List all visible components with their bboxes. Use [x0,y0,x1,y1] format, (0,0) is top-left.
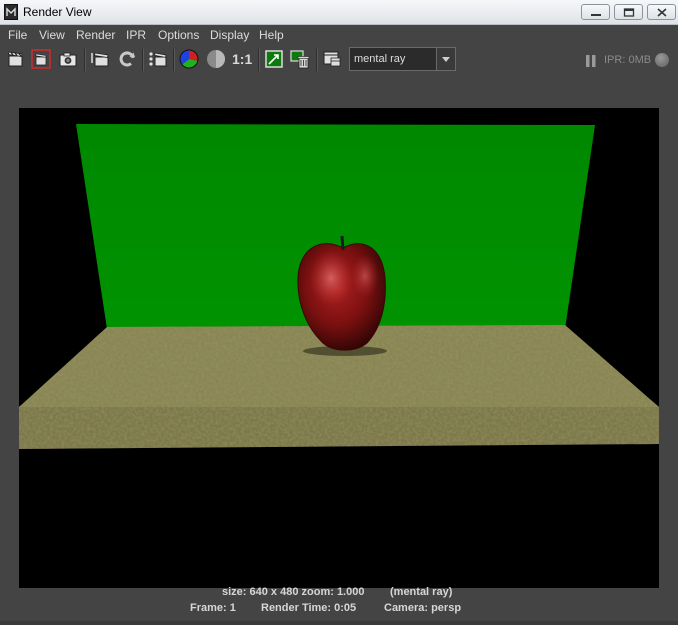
maximize-icon [623,8,635,17]
status-size: size: 640 x 480 zoom: 1.000 [222,586,365,598]
menu-help[interactable]: Help [259,28,284,42]
window-title: Render View [23,5,92,19]
snapshot-icon [59,52,77,67]
menu-bar: File View Render IPR Options Display Hel… [0,25,678,45]
toolbar-separator [173,49,175,71]
render-settings-button[interactable] [322,49,342,69]
ipr-memory-label: IPR: 0MB [604,54,652,66]
pause-icon [586,55,596,67]
ipr-render-button[interactable] [91,49,111,69]
render-view-window: Render View File View Render IPR Options… [0,0,678,625]
status-frame: Frame: 1 [190,602,236,614]
ipr-status-indicator [655,53,669,67]
minimize-button[interactable] [581,4,610,20]
render-viewport[interactable] [0,76,678,592]
render-sequence-button[interactable] [148,49,168,69]
maya-app-icon [4,4,18,20]
window-bottom-edge [0,621,678,625]
menu-display[interactable]: Display [210,28,249,42]
refresh-ipr-button[interactable] [117,49,137,69]
renderer-dropdown[interactable]: mental ray [349,47,456,71]
menu-options[interactable]: Options [158,28,199,42]
alpha-channel-button[interactable] [206,49,226,69]
status-renderer: (mental ray) [390,586,453,598]
rgb-channels-icon [179,49,199,69]
ipr-pause-button[interactable] [585,54,597,67]
toolbar-separator [316,49,318,71]
render-scene [19,108,659,588]
remove-image-button[interactable] [290,49,310,69]
render-region-icon [31,49,51,69]
minimize-icon [591,14,601,16]
toolbar: 1:1 [0,45,678,75]
ipr-render-icon [91,52,109,67]
toolbar-separator [142,49,144,71]
status-render-time: Render Time: 0:05 [261,602,357,614]
renderer-value: mental ray [354,53,406,65]
chevron-down-icon [442,57,450,62]
redo-render-button[interactable] [6,49,26,69]
menu-view[interactable]: View [39,28,65,42]
rendered-image [19,108,659,588]
render-region-button[interactable] [31,49,51,69]
menu-ipr[interactable]: IPR [126,28,146,42]
render-status-bar: size: 640 x 480 zoom: 1.000 (mental ray)… [0,584,678,624]
title-bar[interactable]: Render View [0,0,678,25]
refresh-icon [119,51,135,67]
render-settings-icon [323,51,341,67]
maximize-button[interactable] [614,4,643,20]
toolbar-separator [258,49,260,71]
status-camera: Camera: persp [384,602,462,614]
remove-image-icon [290,50,310,69]
redo-render-icon [8,51,23,67]
snapshot-button[interactable] [58,49,78,69]
renderer-dropdown-arrow[interactable] [436,48,455,70]
keep-image-button[interactable] [264,49,284,69]
close-button[interactable] [647,4,676,20]
render-sequence-icon [149,52,167,67]
real-size-button[interactable]: 1:1 [232,51,252,67]
keep-image-icon [265,50,283,68]
rgb-channels-button[interactable] [179,49,199,69]
close-icon [657,8,667,17]
toolbar-separator [84,49,86,71]
menu-file[interactable]: File [8,28,27,42]
alpha-channel-icon [207,50,225,68]
menu-render[interactable]: Render [76,28,115,42]
